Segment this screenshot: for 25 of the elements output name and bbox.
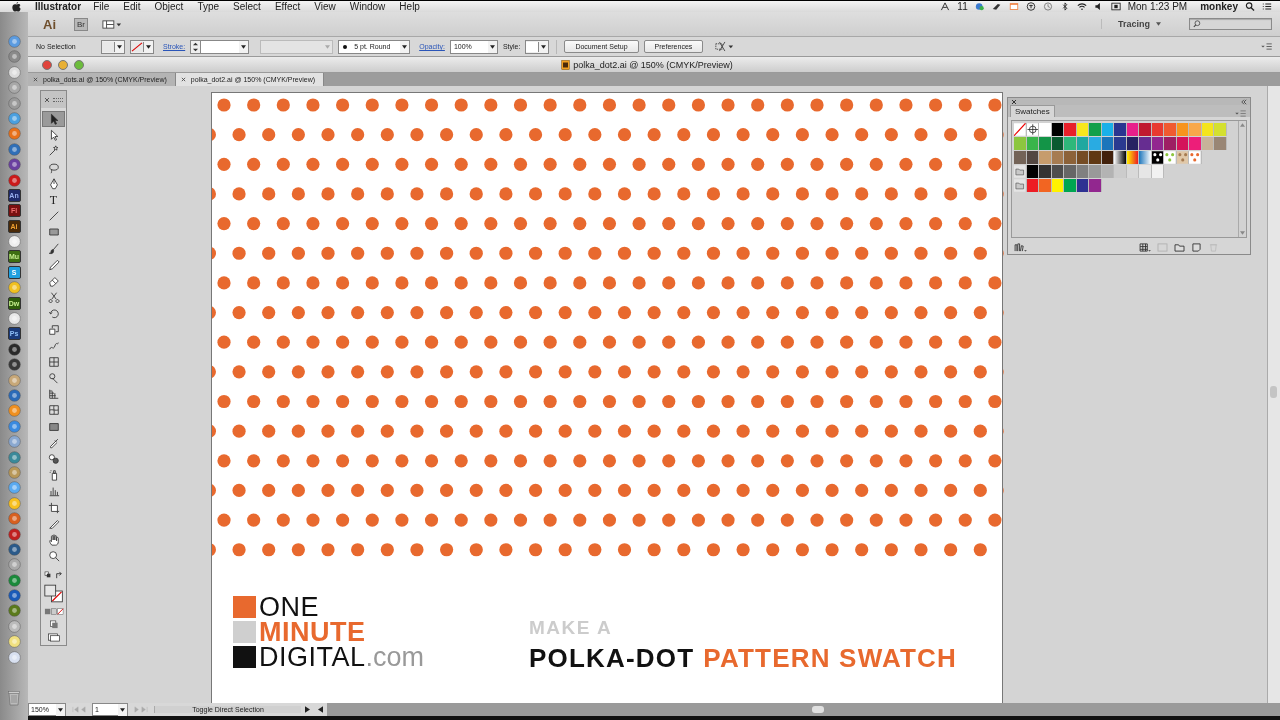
user-name[interactable]: monkey bbox=[1200, 1, 1238, 12]
menu-item[interactable]: Type bbox=[197, 1, 220, 12]
app-logo: Ai bbox=[43, 16, 56, 32]
logo-word: ONE bbox=[259, 594, 319, 619]
menu-item[interactable]: View bbox=[314, 1, 336, 12]
menu-item[interactable]: Object bbox=[154, 1, 184, 12]
window-title: polka_dot2.ai @ 150% (CMYK/Preview) bbox=[573, 59, 733, 70]
app-menu[interactable]: Illustrator bbox=[35, 1, 82, 12]
bridge-button[interactable]: Br bbox=[74, 17, 88, 31]
logo-word: DIGITAL bbox=[259, 644, 366, 669]
headline-accent: PATTERN SWATCH bbox=[703, 644, 957, 672]
clock[interactable]: Mon 1:23 PM bbox=[1127, 1, 1188, 12]
menu-item[interactable]: Edit bbox=[123, 1, 141, 12]
logo-suffix: .com bbox=[365, 644, 425, 669]
logo-word: MINUTE bbox=[259, 619, 366, 644]
headline-text: POLKA-DOT bbox=[529, 644, 695, 672]
menu-item[interactable]: Help bbox=[399, 1, 420, 12]
menu-item[interactable]: Select bbox=[233, 1, 261, 12]
workspace-switcher[interactable]: Tracing bbox=[1101, 19, 1150, 29]
panel-tab[interactable]: Swatches bbox=[1010, 105, 1055, 117]
tool-button[interactable]: T bbox=[42, 191, 65, 209]
status-number: 11 bbox=[957, 1, 968, 12]
menu-item[interactable]: File bbox=[93, 1, 110, 12]
menu-item[interactable]: Effect bbox=[274, 1, 301, 12]
menu-item[interactable]: Window bbox=[349, 1, 386, 12]
